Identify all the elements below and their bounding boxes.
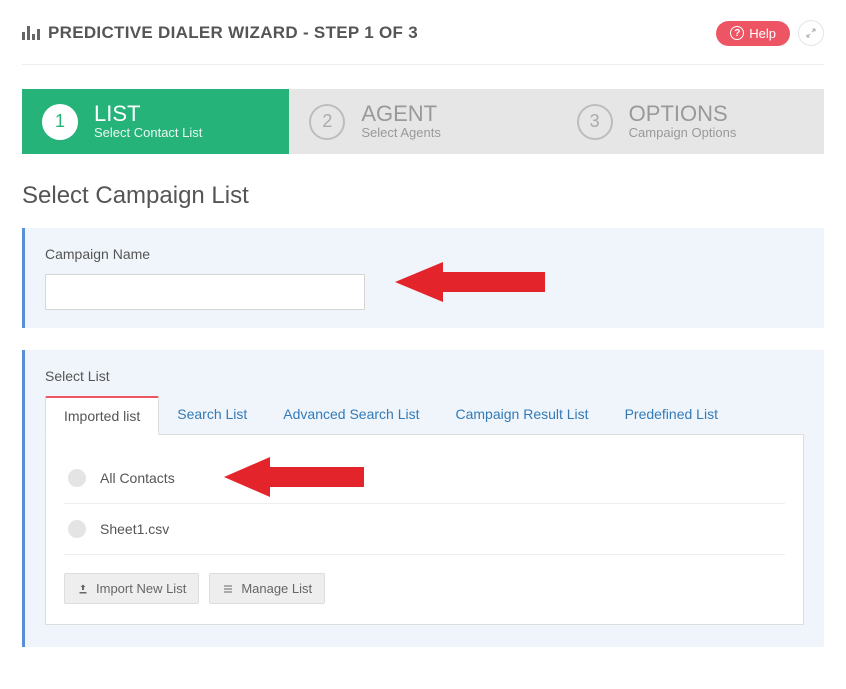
list-action-buttons: Import New List Manage List [64, 573, 785, 604]
list-item-label: Sheet1.csv [100, 521, 169, 537]
step-number: 2 [309, 104, 345, 140]
step-title: AGENT [361, 103, 441, 125]
tab-predefined-list[interactable]: Predefined List [607, 396, 736, 434]
step-subtitle: Campaign Options [629, 125, 737, 140]
page-header: PREDICTIVE DIALER WIZARD - STEP 1 OF 3 ?… [22, 20, 824, 46]
tab-label: Predefined List [625, 406, 718, 422]
wizard-steps: 1 LIST Select Contact List 2 AGENT Selec… [22, 89, 824, 154]
campaign-name-panel: Campaign Name [22, 228, 824, 328]
manage-list-button[interactable]: Manage List [209, 573, 325, 604]
step-text: AGENT Select Agents [361, 103, 441, 140]
header-divider [22, 64, 824, 65]
tab-advanced-search-list[interactable]: Advanced Search List [265, 396, 437, 434]
tab-label: Advanced Search List [283, 406, 419, 422]
expand-button[interactable] [798, 20, 824, 46]
radio-icon[interactable] [68, 469, 86, 487]
section-heading: Select Campaign List [22, 182, 824, 210]
list-item[interactable]: Sheet1.csv [64, 504, 785, 555]
header-right: ? Help [716, 20, 824, 46]
tab-label: Imported list [64, 408, 140, 424]
tab-search-list[interactable]: Search List [159, 396, 265, 434]
campaign-name-label: Campaign Name [45, 246, 804, 262]
step-number: 3 [577, 104, 613, 140]
tab-campaign-result-list[interactable]: Campaign Result List [438, 396, 607, 434]
import-new-list-button[interactable]: Import New List [64, 573, 199, 604]
list-icon [222, 583, 234, 595]
tab-label: Campaign Result List [456, 406, 589, 422]
help-button-label: Help [749, 26, 776, 41]
step-title: LIST [94, 103, 202, 125]
help-button[interactable]: ? Help [716, 21, 790, 46]
arrow-left-icon [395, 260, 545, 304]
list-item-label: All Contacts [100, 470, 175, 486]
tab-imported-list[interactable]: Imported list [45, 396, 159, 435]
annotation-arrow [224, 455, 364, 499]
list-tabs: Imported list Search List Advanced Searc… [45, 396, 804, 435]
button-label: Manage List [241, 581, 312, 596]
question-icon: ? [730, 26, 744, 40]
step-options[interactable]: 3 OPTIONS Campaign Options [557, 89, 824, 154]
tab-content: All Contacts Sheet1.csv Import New List … [45, 435, 804, 625]
radio-icon[interactable] [68, 520, 86, 538]
arrow-left-icon [224, 455, 364, 499]
select-list-panel: Select List Imported list Search List Ad… [22, 350, 824, 647]
button-label: Import New List [96, 581, 186, 596]
step-subtitle: Select Contact List [94, 125, 202, 140]
step-agent[interactable]: 2 AGENT Select Agents [289, 89, 556, 154]
list-item[interactable]: All Contacts [64, 453, 785, 504]
step-text: LIST Select Contact List [94, 103, 202, 140]
step-title: OPTIONS [629, 103, 737, 125]
expand-icon [805, 27, 817, 39]
header-left: PREDICTIVE DIALER WIZARD - STEP 1 OF 3 [22, 23, 418, 43]
annotation-arrow [395, 260, 545, 304]
page-title: PREDICTIVE DIALER WIZARD - STEP 1 OF 3 [48, 23, 418, 43]
step-subtitle: Select Agents [361, 125, 441, 140]
step-list[interactable]: 1 LIST Select Contact List [22, 89, 289, 154]
step-text: OPTIONS Campaign Options [629, 103, 737, 140]
bar-chart-icon [22, 26, 40, 40]
tab-label: Search List [177, 406, 247, 422]
upload-icon [77, 583, 89, 595]
select-list-label: Select List [45, 368, 804, 384]
campaign-name-input[interactable] [45, 274, 365, 310]
step-number: 1 [42, 104, 78, 140]
